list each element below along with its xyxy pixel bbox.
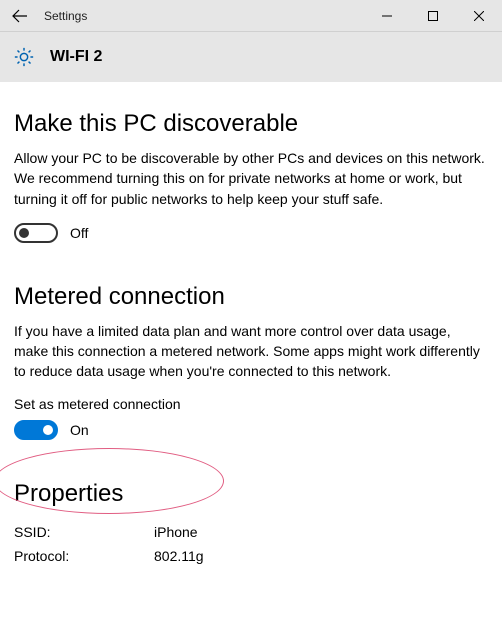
discoverable-toggle-row: Off (14, 223, 488, 243)
discoverable-toggle-label: Off (70, 225, 88, 241)
table-row: Protocol: 802.11g (14, 544, 488, 568)
metered-toggle[interactable] (14, 420, 58, 440)
metered-toggle-row: On (14, 420, 488, 440)
metered-heading: Metered connection (14, 283, 488, 311)
properties-table: SSID: iPhone Protocol: 802.11g (14, 520, 488, 568)
back-button[interactable] (0, 0, 40, 32)
property-value: iPhone (154, 524, 488, 540)
discoverable-toggle[interactable] (14, 223, 58, 243)
property-key: Protocol: (14, 548, 154, 564)
property-value: 802.11g (154, 548, 488, 564)
back-arrow-icon (12, 8, 28, 24)
window-controls (364, 0, 502, 32)
close-icon (474, 11, 484, 21)
maximize-icon (428, 11, 438, 21)
toggle-knob-icon (19, 228, 29, 238)
metered-toggle-label: On (70, 422, 89, 438)
maximize-button[interactable] (410, 0, 456, 32)
properties-heading: Properties (14, 480, 488, 508)
minimize-button[interactable] (364, 0, 410, 32)
page-header: WI-FI 2 (0, 32, 502, 82)
discoverable-description: Allow your PC to be discoverable by othe… (14, 148, 488, 209)
metered-sublabel: Set as metered connection (14, 396, 488, 412)
settings-gear-icon (12, 45, 36, 69)
network-name: WI-FI 2 (50, 48, 102, 66)
metered-description: If you have a limited data plan and want… (14, 321, 488, 382)
property-key: SSID: (14, 524, 154, 540)
table-row: SSID: iPhone (14, 520, 488, 544)
toggle-knob-icon (43, 425, 53, 435)
minimize-icon (382, 11, 392, 21)
window-title: Settings (40, 9, 364, 23)
close-button[interactable] (456, 0, 502, 32)
content-area: Make this PC discoverable Allow your PC … (0, 82, 502, 633)
titlebar: Settings (0, 0, 502, 32)
discoverable-heading: Make this PC discoverable (14, 110, 488, 138)
